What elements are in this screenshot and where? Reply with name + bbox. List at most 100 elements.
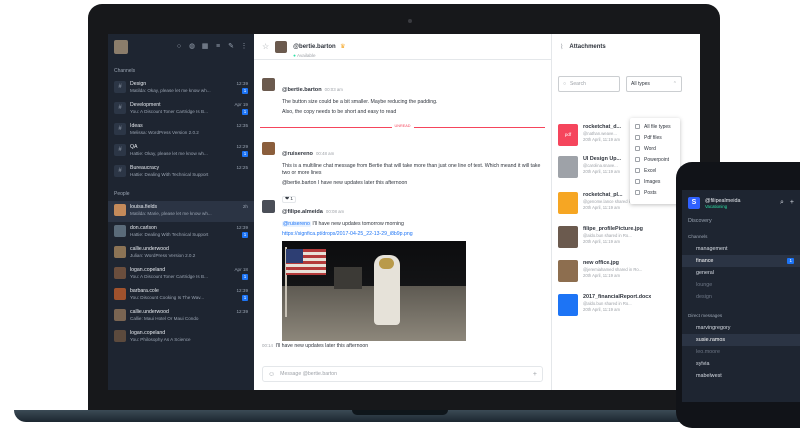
- file-owner: @nathan.weave...: [583, 131, 617, 136]
- people-section-label: People: [114, 191, 130, 197]
- avatar[interactable]: [262, 200, 275, 213]
- file-date: 20th April, 11:19 am: [583, 307, 620, 312]
- sidebar-item-development[interactable]: # Development You: A Discount Toner Cartr…: [108, 99, 254, 120]
- phone-dm-sylvia[interactable]: sylvia: [682, 358, 800, 370]
- attachment-link[interactable]: https://signfica.pt/drops/2017-04-25_22-…: [282, 231, 543, 237]
- message-time: 00:03 am: [324, 87, 343, 92]
- dm-name: marvingregory: [696, 325, 731, 331]
- option-all-file-types[interactable]: All file types: [630, 121, 680, 132]
- message-text: I'll have new updates later this afterno…: [275, 343, 369, 349]
- checkbox[interactable]: [635, 190, 640, 195]
- file-date: 20th April, 11:19 am: [583, 273, 620, 278]
- phone-channel-general[interactable]: general: [682, 267, 800, 279]
- phone-dm-susie-ramos[interactable]: susie.ramos: [682, 334, 800, 346]
- unread-badge: 1: [242, 151, 248, 157]
- avatar[interactable]: [262, 78, 275, 91]
- phone-dm-marvingregory[interactable]: marvingregory: [682, 322, 800, 334]
- search-icon[interactable]: ⌕: [780, 199, 784, 207]
- sidebar-item-callie-underwood[interactable]: callie.underwood Julian: WordPress Versio…: [108, 243, 254, 264]
- sidebar-item-logan-copeland-2[interactable]: logan.copeland You: Philosophy As A Scien…: [108, 327, 254, 348]
- search-input[interactable]: ○ Search: [558, 76, 620, 92]
- sidebar-item-qa[interactable]: # QA Hattie: Okay, please let me know wh.…: [108, 141, 254, 162]
- message-text: @ruisereno I'll have new updates tomorro…: [282, 221, 543, 228]
- avatar[interactable]: [262, 142, 275, 155]
- sidebar-item-ideas[interactable]: # Ideas Melissa: WordPress Version 2.0.2 …: [108, 120, 254, 141]
- sidebar-item-don-carlson[interactable]: don.carlson Hattie: Dealing With Technica…: [108, 222, 254, 243]
- sidebar-item-logan-copeland[interactable]: logan.copeland You: A Discount Toner Cart…: [108, 264, 254, 285]
- option-posts[interactable]: Posts: [630, 187, 680, 198]
- option-images[interactable]: Images: [630, 176, 680, 187]
- sort-icon[interactable]: ≡: [214, 43, 222, 51]
- sidebar-item-time: 12:39: [236, 288, 249, 293]
- avatar[interactable]: [114, 40, 128, 54]
- unread-badge: 1: [787, 258, 794, 264]
- sidebar-item-preview: Julian: WordPress Version 2.0.2: [130, 253, 196, 258]
- plus-icon[interactable]: +: [790, 199, 794, 207]
- option-pdf[interactable]: Pdf files: [630, 132, 680, 143]
- message-author[interactable]: @bertie.barton: [282, 87, 322, 93]
- checkbox[interactable]: [635, 179, 640, 184]
- sidebar-item-bureaucracy[interactable]: # Bureaucracy Hattie: Dealing With Techni…: [108, 162, 254, 183]
- discovery-item[interactable]: Discovery: [682, 216, 800, 230]
- sidebar-item-callie-underwood-2[interactable]: callie.underwood Callie: Maui Hotel Or Ma…: [108, 306, 254, 327]
- message-input[interactable]: Message @bertie.barton: [280, 371, 528, 377]
- message-composer[interactable]: ☺ Message @bertie.barton +: [262, 366, 543, 382]
- phone-channel-lounge[interactable]: lounge: [682, 279, 800, 291]
- emoji-icon[interactable]: ☺: [268, 371, 275, 378]
- sidebar-item-design[interactable]: # Design Matilda: Okay, please let me kno…: [108, 78, 254, 99]
- file-date: 20th April, 11:19 am: [583, 205, 620, 210]
- phone-status: Vacationing: [705, 203, 728, 209]
- menu-icon[interactable]: ⋮: [240, 43, 248, 51]
- moon-landing-image[interactable]: [282, 241, 466, 341]
- crown-icon: ♛: [340, 44, 346, 50]
- chat-pane: ☆ @bertie.barton ♛ ● Available @bertie.b…: [254, 34, 552, 390]
- hash-icon: #: [114, 165, 126, 177]
- workspace-logo-icon[interactable]: S: [688, 197, 700, 209]
- checkbox[interactable]: [635, 124, 640, 129]
- user-mention[interactable]: @ruisereno: [282, 221, 311, 227]
- unread-badge: 1: [242, 109, 248, 115]
- phone-channel-finance[interactable]: finance 1: [682, 255, 800, 267]
- file-item[interactable]: filipe_profilePicture.jpg @aldo.bun share…: [558, 226, 688, 256]
- checkbox[interactable]: [635, 168, 640, 173]
- channel-name: general: [696, 270, 714, 276]
- hash-icon: #: [114, 144, 126, 156]
- checkbox[interactable]: [635, 135, 640, 140]
- option-label: Posts: [644, 189, 657, 196]
- file-name: new office.jpg: [583, 260, 619, 266]
- laptop-camera: [408, 19, 412, 23]
- sidebar-item-preview: You: Philosophy As A Science: [130, 337, 191, 342]
- option-excel[interactable]: Excel: [630, 165, 680, 176]
- hash-icon: #: [114, 102, 126, 114]
- phone-channel-design[interactable]: design: [682, 291, 800, 303]
- file-owner: @aldo.bun shared in Ro...: [583, 301, 632, 306]
- message-author[interactable]: @ruisereno: [282, 151, 313, 157]
- laptop-notch: [352, 410, 448, 415]
- option-label: Powerpoint: [644, 156, 670, 163]
- sidebar-toolbar: ○ ◍ ▦ ≡ ✎ ⋮: [108, 34, 254, 60]
- plus-icon[interactable]: +: [533, 371, 537, 378]
- unread-divider: UNREAD: [260, 124, 545, 128]
- search-icon[interactable]: ○: [175, 43, 183, 51]
- checkbox[interactable]: [635, 146, 640, 151]
- option-label: Word: [644, 145, 656, 152]
- sidebar-item-louisa-fields[interactable]: louisa.fields Matilda: Marie, please let …: [108, 201, 254, 222]
- message-author[interactable]: @filipe.almeida: [282, 209, 323, 215]
- favorite-star-icon[interactable]: ☆: [262, 42, 269, 51]
- image-thumbnail: [558, 260, 578, 282]
- checkbox[interactable]: [635, 157, 640, 162]
- file-item[interactable]: new office.jpg @jeremiahamed shared in Ro…: [558, 260, 688, 290]
- message-text-content: I'll have new updates tomorrow morning: [312, 221, 404, 227]
- option-powerpoint[interactable]: Powerpoint: [630, 154, 680, 165]
- phone-dm-leo-moore[interactable]: leo.moore: [682, 346, 800, 358]
- avatar: [114, 225, 126, 237]
- phone-channel-management[interactable]: management: [682, 243, 800, 255]
- view-mode-icon[interactable]: ▦: [201, 43, 209, 51]
- file-type-select[interactable]: All types ⌃: [626, 76, 682, 92]
- sidebar-item-barbara-cole[interactable]: barbara.cole You: Discount Cooking Is The…: [108, 285, 254, 306]
- directory-icon[interactable]: ◍: [188, 43, 196, 51]
- option-word[interactable]: Word: [630, 143, 680, 154]
- file-item[interactable]: 2017_financialReport.docx @aldo.bun share…: [558, 294, 688, 324]
- create-icon[interactable]: ✎: [227, 43, 235, 51]
- phone-dm-mabelwest[interactable]: mabelwest: [682, 370, 800, 382]
